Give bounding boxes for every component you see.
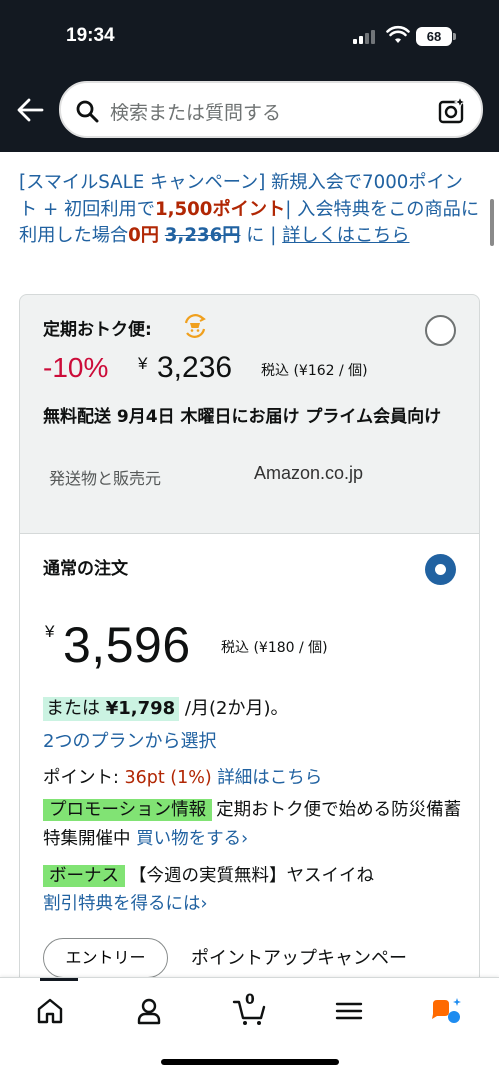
installment-suffix: /月(2か月)。 [179,698,289,719]
installment-info: または ¥1,798 /月(2か月)。 [43,694,289,721]
subscription-discount: -10% [43,352,109,383]
camera-search-icon[interactable] [437,96,467,126]
regular-currency: ¥ [45,622,55,641]
promo-details-link[interactable]: 詳しくはこちら [282,225,409,246]
signal-icon [353,30,379,44]
bonus-info: ボーナス 【今週の実質無料】ヤスイイね 割引特典を得るには› [43,862,463,918]
home-indicator [161,1059,339,1065]
menu-icon[interactable] [334,996,364,1026]
battery-nub [453,33,456,40]
subscription-delivery: 無料配送 9月4日 木曜日にお届け プライム会員向け [43,407,442,427]
back-arrow-icon[interactable] [16,96,44,124]
promo-points: 1,500ポイント [154,198,286,220]
promotion-info: プロモーション情報 定期おトク便で始める防災備蓄特集開催中 買い物をする› [43,796,463,854]
subscription-option[interactable]: 定期おトク便: -10% ¥ 3,236 税込 (¥162 / 個) 無料配送 … [19,294,480,534]
promo-text-3: に | [240,225,277,246]
points-info: ポイント: 36pt (1%) 詳細はこちら [43,764,322,789]
regular-order-option[interactable]: 通常の注文 ¥ 3,596 税込 (¥180 / 個) または ¥1,798 /… [19,533,480,993]
regular-order-title: 通常の注文 [43,559,128,579]
entry-button[interactable]: エントリー [43,938,168,978]
promo-zero-price: 0円 [128,225,159,246]
promo-banner[interactable]: [スマイルSALE キャンペーン] 新規入会で7000ポイント + 初回利用で1… [19,170,481,250]
installment-plan-link[interactable]: 2つのプランから選択 [43,727,216,753]
seller-label: 発送物と販売元 [49,469,162,488]
home-icon[interactable] [35,996,65,1026]
promotion-shop-link[interactable]: 買い物をする› [136,829,248,849]
promotion-badge: プロモーション情報 [43,799,213,821]
search-icon [76,100,99,123]
active-tab-indicator [40,978,78,981]
subscription-title: 定期おトク便: [43,320,152,340]
entry-campaign-text: ポイントアップキャンペー [191,948,407,969]
search-bar[interactable]: 検索または質問する [59,81,483,138]
bonus-link[interactable]: 割引特典を得るには› [43,894,208,914]
installment-prefix: または [46,698,106,719]
account-icon[interactable] [134,996,164,1026]
regular-order-radio[interactable] [425,554,456,585]
points-details-link[interactable]: 詳細はこちら [217,768,322,788]
subscription-price: 3,236 [157,351,233,384]
rufus-assistant-icon[interactable] [428,996,466,1026]
wifi-icon [386,25,410,43]
installment-amount: ¥1,798 [105,698,176,719]
bonus-badge: ボーナス [43,865,125,887]
regular-price: 3,596 [63,617,191,673]
search-input[interactable]: 検索または質問する [110,98,281,125]
subscription-unit-price: 税込 (¥162 / 個) [261,363,368,379]
regular-unit-price: 税込 (¥180 / 個) [221,640,328,656]
installment-tag: または ¥1,798 [43,697,180,721]
points-label: ポイント: [43,768,125,788]
subscription-currency: ¥ [138,354,148,373]
subscription-radio[interactable] [425,315,456,346]
app-header: 19:34 68 検索または質問する [0,0,499,152]
battery-icon: 68 [416,27,452,46]
promo-strike-price: 3,236円 [164,225,241,246]
scrollbar[interactable] [490,199,494,246]
subscribe-cart-icon [184,314,206,338]
bonus-text: 【今週の実質無料】ヤスイイね [129,866,374,886]
status-time: 19:34 [66,25,115,46]
seller-name: Amazon.co.jp [254,463,364,483]
cart-count: 0 [245,992,255,1008]
points-value: 36pt (1%) [124,768,212,788]
